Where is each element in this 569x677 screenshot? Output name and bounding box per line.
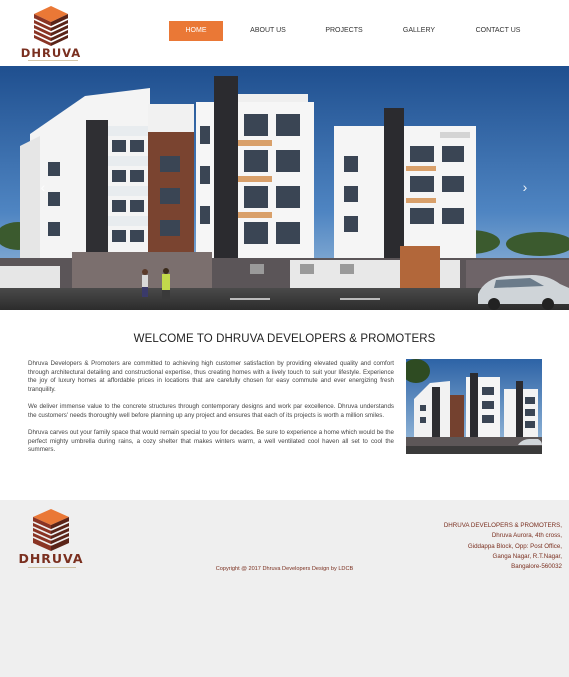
nav-about-us[interactable]: ABOUT US (239, 21, 297, 41)
address-line: Bangalore-560032 (511, 563, 562, 571)
address-line: DHRUVA DEVELOPERS & PROMOTERS, (443, 522, 562, 529)
nav-projects[interactable]: PROJECTS (315, 21, 373, 41)
hero-building-image (0, 66, 569, 310)
footer-logo[interactable]: DHRUVA (16, 507, 86, 573)
logo-cube-icon (33, 6, 69, 46)
address-line: Dhruva Aurora, 4th cross, (491, 532, 562, 540)
address-line: Ganga Nagar, R.T.Nagar, (492, 552, 562, 560)
site-header: DHRUVA HOME ABOUT US PROJECTS GALLERY CO… (0, 0, 569, 66)
intro-text: Dhruva Developers & Promoters are commit… (28, 360, 394, 463)
logo-wordmark: DHRUVA (20, 46, 82, 60)
company-address: DHRUVA DEVELOPERS & PROMOTERS, Dhruva Au… (362, 521, 562, 572)
footer-logo-wordmark: DHRUVA (18, 551, 84, 566)
building-thumbnail-graphic (406, 359, 542, 454)
intro-paragraph: We deliver immense value to the concrete… (28, 403, 394, 419)
logo-tagline-line (28, 60, 78, 61)
project-thumbnail-image (406, 359, 542, 454)
welcome-heading: WELCOME TO DHRUVA DEVELOPERS & PROMOTERS (133, 333, 436, 345)
dhruva-logo[interactable]: DHRUVA (18, 4, 84, 62)
nav-contact-us[interactable]: CONTACT US (467, 21, 529, 41)
nav-gallery[interactable]: GALLERY (391, 21, 447, 41)
hero-prev-arrow[interactable]: ‹ (37, 180, 49, 194)
chevron-left-icon: ‹ (40, 179, 46, 195)
logo-cube-icon (32, 509, 70, 551)
site-footer: DHRUVA Copyright @ 2017 Dhruva Developer… (0, 500, 569, 677)
address-line: Giddappa Block, Opp: Post Office, (467, 542, 562, 550)
intro-paragraph: Dhruva Developers & Promoters are commit… (28, 360, 394, 393)
intro-paragraph: Dhruva carves out your family space that… (28, 428, 394, 454)
hero-next-arrow[interactable]: › (519, 180, 531, 194)
nav-home[interactable]: HOME (169, 21, 223, 41)
hero-slider[interactable]: ‹ › (0, 66, 569, 310)
chevron-right-icon: › (522, 179, 528, 195)
